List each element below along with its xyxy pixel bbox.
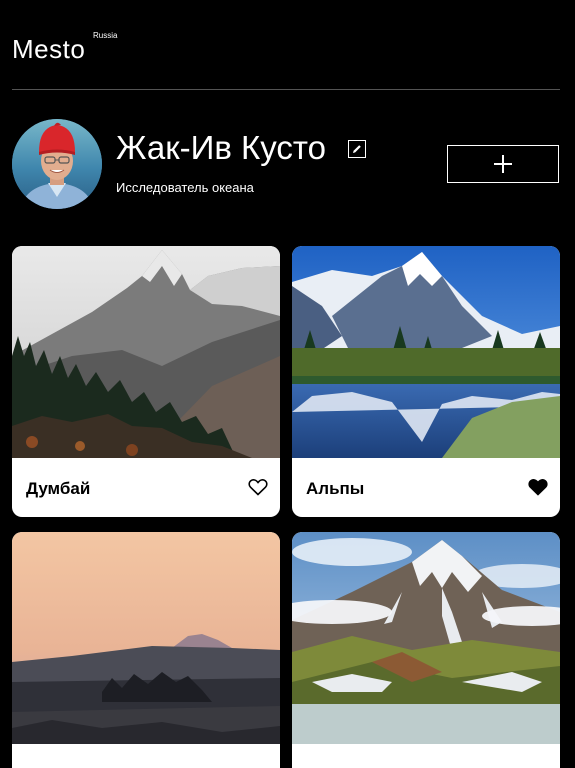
- card: Думбай: [12, 246, 280, 517]
- plus-icon: [494, 155, 512, 173]
- profile-name: Жак-Ив Кусто: [116, 129, 326, 166]
- logo-region: Russia: [93, 31, 118, 40]
- card-title: Альпы: [306, 479, 365, 498]
- like-button[interactable]: [528, 478, 548, 496]
- card: [12, 532, 280, 768]
- avatar[interactable]: [12, 119, 102, 209]
- mountain-photo: [292, 246, 560, 458]
- edit-profile-button[interactable]: [348, 140, 366, 158]
- card: [292, 532, 560, 768]
- card-title: Думбай: [26, 479, 91, 498]
- pencil-icon: [353, 145, 361, 153]
- heart-filled-icon: [528, 479, 548, 496]
- heart-outline-icon: [248, 479, 268, 496]
- header: Mesto Russia: [12, 0, 560, 90]
- card-image[interactable]: [12, 532, 280, 744]
- card-image[interactable]: [292, 532, 560, 744]
- like-button[interactable]: [248, 478, 268, 496]
- profile-about: Исследователь океана: [116, 180, 254, 195]
- page: Mesto Russia Жак-Ив Кусто Исследователь …: [0, 0, 575, 768]
- card: Альпы: [292, 246, 560, 517]
- profile: Жак-Ив Кусто Исследователь океана: [12, 119, 560, 211]
- landscape-photo: [12, 532, 280, 744]
- volcano-photo: [292, 532, 560, 744]
- card-image[interactable]: [292, 246, 560, 458]
- logo[interactable]: Mesto: [12, 36, 85, 62]
- avatar-image: [12, 119, 102, 209]
- mountain-photo: [12, 246, 280, 458]
- card-image[interactable]: [12, 246, 280, 458]
- add-card-button[interactable]: [447, 145, 559, 183]
